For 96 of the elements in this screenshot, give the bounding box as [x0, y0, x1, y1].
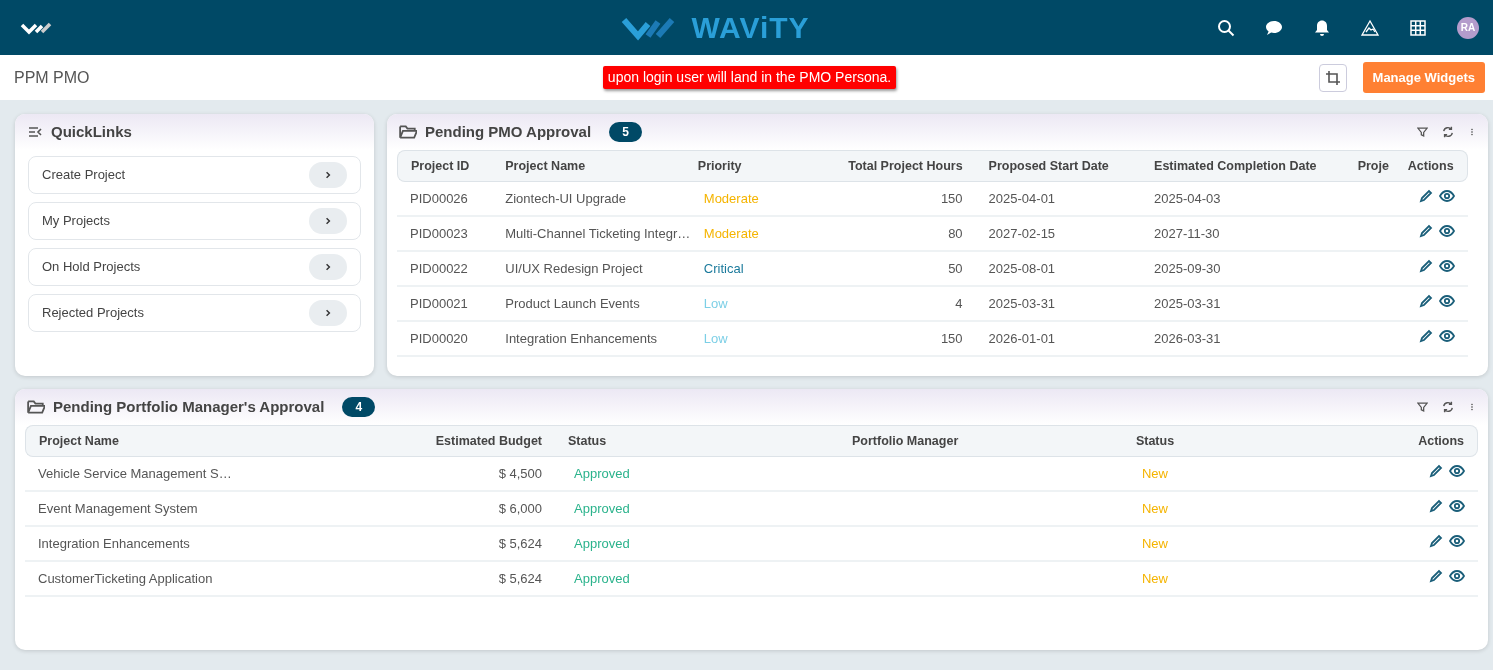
table-cell: Event Management System — [25, 492, 325, 527]
crop-icon — [1325, 70, 1340, 85]
table-cell: 2025-03-31 — [1141, 287, 1352, 322]
count-badge: 5 — [609, 122, 642, 142]
column-header[interactable]: Total Project Hours — [825, 150, 976, 182]
column-header[interactable]: Estimated Budget — [325, 425, 555, 457]
quicklink-item[interactable]: On Hold Projects — [28, 248, 361, 286]
logo-icon[interactable] — [20, 20, 54, 35]
table-cell: 2025-04-03 — [1141, 182, 1352, 217]
filter-icon[interactable] — [1417, 125, 1428, 139]
view-button[interactable] — [1446, 533, 1468, 548]
column-header[interactable]: Priority — [684, 150, 826, 182]
grid-icon[interactable] — [1409, 18, 1427, 37]
status-label: New — [1142, 500, 1168, 516]
widget-title: QuickLinks — [51, 121, 132, 142]
status-label: Approved — [573, 535, 630, 551]
table-cell: 2025-03-31 — [975, 287, 1142, 322]
view-button[interactable] — [1436, 188, 1458, 203]
column-header[interactable]: Status — [555, 425, 839, 457]
table-cell: 2026-03-31 — [1141, 322, 1352, 357]
table-cell: Ziontech-UI Upgrade — [492, 182, 685, 217]
table-cell: 2025-04-01 — [975, 182, 1142, 217]
table-cell: 2025-08-01 — [975, 252, 1142, 287]
column-header[interactable]: Status — [1084, 425, 1226, 457]
status-label: Critical — [702, 260, 744, 276]
widget-title: Pending PMO Approval — [425, 121, 592, 142]
table-cell: 2026-01-01 — [975, 322, 1142, 357]
column-header[interactable]: Project Name — [25, 425, 325, 457]
more-options-icon[interactable] — [1468, 400, 1476, 414]
table-cell: 50 — [825, 252, 976, 287]
table-cell: 4 — [825, 287, 976, 322]
status-label: Approved — [573, 570, 630, 586]
crop-button[interactable] — [1318, 63, 1347, 92]
table-cell: $ 5,624 — [325, 562, 555, 597]
quicklink-item[interactable]: Rejected Projects — [28, 294, 361, 332]
folder-icon — [399, 124, 417, 140]
status-label: New — [1142, 570, 1168, 586]
menu-collapse-icon[interactable] — [27, 125, 43, 139]
view-button[interactable] — [1446, 498, 1468, 513]
column-header[interactable]: Project ID — [397, 150, 493, 182]
view-button[interactable] — [1436, 328, 1458, 343]
column-header[interactable]: Actions — [1401, 150, 1468, 182]
notice-banner: upon login user will land in the PMO Persona. — [602, 66, 897, 89]
table-cell: PID00020 — [397, 322, 493, 357]
view-button[interactable] — [1436, 293, 1458, 308]
status-label: Moderate — [702, 190, 759, 206]
column-header[interactable]: Estimated Completion Date — [1141, 150, 1352, 182]
table-cell: 2027-02-15 — [975, 217, 1142, 252]
view-button[interactable] — [1436, 258, 1458, 273]
status-label: Moderate — [702, 225, 759, 241]
table-cell: 150 — [825, 182, 976, 217]
table-cell: Integration Enhancements — [25, 527, 325, 562]
table-cell: 150 — [825, 322, 976, 357]
search-icon[interactable] — [1217, 18, 1235, 37]
bell-icon[interactable] — [1313, 18, 1331, 37]
table-cell: $ 4,500 — [325, 457, 555, 492]
table-cell: Product Launch Events — [492, 287, 685, 322]
status-label: Low — [702, 330, 728, 346]
refresh-icon[interactable] — [1442, 125, 1454, 139]
brand-name: WAViTY — [691, 10, 810, 46]
folder-icon — [27, 399, 45, 415]
status-label: Low — [702, 295, 728, 311]
column-header[interactable]: Project Name — [492, 150, 685, 182]
column-header[interactable]: Portfolio Manager — [839, 425, 1084, 457]
status-label: Approved — [573, 465, 630, 481]
view-button[interactable] — [1446, 568, 1468, 583]
quicklink-item[interactable]: Create Project — [28, 156, 361, 194]
table-cell: PID00023 — [397, 217, 493, 252]
table-cell: 2027-11-30 — [1141, 217, 1352, 252]
chat-icon[interactable] — [1265, 18, 1283, 37]
more-options-icon[interactable] — [1468, 125, 1476, 139]
table-cell: Vehicle Service Management S… — [25, 457, 325, 492]
column-header[interactable]: Proposed Start Date — [975, 150, 1142, 182]
quicklink-item[interactable]: My Projects — [28, 202, 361, 240]
table-cell: Integration Enhancements — [492, 322, 685, 357]
count-badge: 4 — [342, 397, 376, 417]
column-header[interactable]: Proje — [1351, 150, 1402, 182]
table-cell: 2025-09-30 — [1141, 252, 1352, 287]
table-cell: UI/UX Redesign Project — [492, 252, 685, 287]
table-cell: $ 6,000 — [325, 492, 555, 527]
page-title: PPM PMO — [14, 67, 91, 88]
status-label: New — [1142, 535, 1168, 551]
filter-icon[interactable] — [1417, 400, 1428, 414]
table-cell: CustomerTicketing Application — [25, 562, 325, 597]
status-label: New — [1142, 465, 1168, 481]
column-header[interactable]: Actions — [1226, 425, 1478, 457]
table-cell: PID00021 — [397, 287, 493, 322]
view-button[interactable] — [1436, 223, 1458, 238]
widget-title: Pending Portfolio Manager's Approval — [53, 396, 325, 417]
refresh-icon[interactable] — [1442, 400, 1454, 414]
view-button[interactable] — [1446, 463, 1468, 478]
table-cell: 80 — [825, 217, 976, 252]
table-cell: $ 5,624 — [325, 527, 555, 562]
table-cell: PID00022 — [397, 252, 493, 287]
table-cell: PID00026 — [397, 182, 493, 217]
status-label: Approved — [573, 500, 630, 516]
